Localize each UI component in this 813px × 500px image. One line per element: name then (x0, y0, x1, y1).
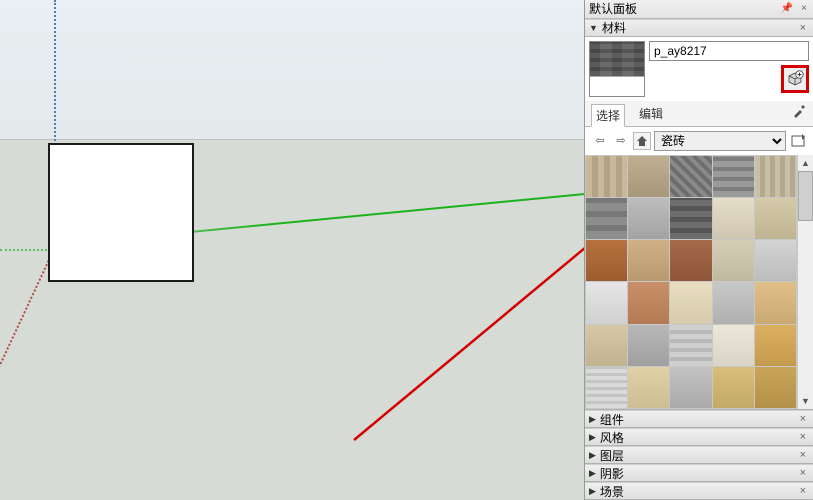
library-details-icon[interactable] (789, 132, 807, 150)
section-label: 组件 (600, 411, 624, 428)
disclosure-open-icon: ▼ (589, 23, 598, 33)
material-swatch[interactable] (713, 156, 754, 197)
material-swatch[interactable] (628, 325, 669, 366)
material-swatch[interactable] (713, 282, 754, 323)
scroll-up-icon[interactable]: ▲ (798, 155, 813, 171)
panel-titlebar[interactable]: 默认面板 📌 × (585, 0, 813, 19)
eyedropper-icon[interactable] (791, 103, 807, 122)
model-face[interactable] (48, 143, 194, 282)
material-swatch[interactable] (713, 198, 754, 239)
collapsed-sections: ▶ 组件 × ▶ 风格 × ▶ 图层 × ▶ 阴影 × ▶ 场景 × (585, 410, 813, 500)
material-swatch[interactable] (713, 325, 754, 366)
nav-home-icon[interactable] (633, 132, 651, 150)
panel-title-text: 默认面板 (589, 0, 637, 17)
material-swatch[interactable] (755, 325, 796, 366)
nav-forward-icon[interactable]: ⇨ (612, 132, 630, 150)
material-preview-texture (590, 42, 644, 76)
tab-select[interactable]: 选择 (591, 104, 625, 127)
section-header-scenes[interactable]: ▶ 场景 × (585, 482, 813, 500)
section-close-icon[interactable]: × (797, 413, 809, 425)
material-swatch[interactable] (755, 367, 796, 408)
material-swatch-grid (585, 155, 797, 409)
section-label: 风格 (600, 429, 624, 446)
swatch-scrollbar[interactable]: ▲ ▼ (797, 155, 813, 409)
sky-region (0, 0, 584, 139)
axis-green-neg (0, 249, 55, 251)
nav-back-icon[interactable]: ⇦ (591, 132, 609, 150)
section-header-styles[interactable]: ▶ 风格 × (585, 428, 813, 446)
create-material-button[interactable] (781, 65, 809, 93)
material-swatch[interactable] (670, 240, 711, 281)
default-tray-panel: 默认面板 📌 × ▼ 材料 × (584, 0, 813, 500)
library-toolbar: ⇦ ⇨ 瓷砖 (585, 127, 813, 155)
section-header-layers[interactable]: ▶ 图层 × (585, 446, 813, 464)
material-swatch[interactable] (586, 156, 627, 197)
section-label: 阴影 (600, 465, 624, 482)
material-swatch[interactable] (628, 282, 669, 323)
materials-body: 选择 编辑 ⇦ ⇨ 瓷砖 ▲ ▼ (585, 37, 813, 410)
modeling-viewport[interactable] (0, 0, 584, 500)
material-swatch[interactable] (670, 325, 711, 366)
material-preview-default (590, 76, 644, 96)
panel-pin-icon[interactable]: 📌 (780, 2, 794, 16)
material-swatch[interactable] (628, 240, 669, 281)
library-select[interactable]: 瓷砖 (654, 131, 786, 151)
disclosure-closed-icon: ▶ (589, 450, 596, 461)
disclosure-closed-icon: ▶ (589, 432, 596, 443)
section-close-icon[interactable]: × (797, 467, 809, 479)
section-header-shadows[interactable]: ▶ 阴影 × (585, 464, 813, 482)
material-swatch[interactable] (628, 156, 669, 197)
material-swatch[interactable] (670, 198, 711, 239)
section-close-icon[interactable]: × (797, 449, 809, 461)
material-swatch[interactable] (628, 198, 669, 239)
section-label: 材料 (602, 19, 626, 36)
section-header-components[interactable]: ▶ 组件 × (585, 410, 813, 428)
scroll-down-icon[interactable]: ▼ (798, 393, 813, 409)
material-swatch[interactable] (586, 367, 627, 408)
material-swatch[interactable] (670, 156, 711, 197)
scroll-thumb[interactable] (798, 171, 813, 221)
panel-close-icon[interactable]: × (797, 2, 811, 16)
disclosure-closed-icon: ▶ (589, 414, 596, 425)
horizon-line (0, 139, 584, 140)
material-swatch[interactable] (670, 282, 711, 323)
section-close-icon[interactable]: × (797, 22, 809, 34)
material-swatch[interactable] (755, 282, 796, 323)
material-swatch[interactable] (713, 240, 754, 281)
section-header-materials[interactable]: ▼ 材料 × (585, 19, 813, 37)
material-swatch[interactable] (628, 367, 669, 408)
material-swatch[interactable] (713, 367, 754, 408)
material-swatch[interactable] (755, 156, 796, 197)
tab-edit[interactable]: 编辑 (635, 103, 667, 126)
material-swatch[interactable] (586, 240, 627, 281)
section-close-icon[interactable]: × (797, 431, 809, 443)
material-name-input[interactable] (649, 41, 809, 61)
create-material-icon (786, 70, 804, 88)
material-swatch[interactable] (586, 282, 627, 323)
material-swatch[interactable] (586, 198, 627, 239)
material-swatch[interactable] (586, 325, 627, 366)
material-preview[interactable] (589, 41, 645, 97)
material-swatch[interactable] (755, 198, 796, 239)
disclosure-closed-icon: ▶ (589, 486, 596, 497)
section-label: 场景 (600, 483, 624, 500)
section-label: 图层 (600, 447, 624, 464)
section-close-icon[interactable]: × (797, 485, 809, 497)
materials-tabs: 选择 编辑 (585, 101, 813, 127)
material-swatch[interactable] (755, 240, 796, 281)
disclosure-closed-icon: ▶ (589, 468, 596, 479)
material-swatch[interactable] (670, 367, 711, 408)
